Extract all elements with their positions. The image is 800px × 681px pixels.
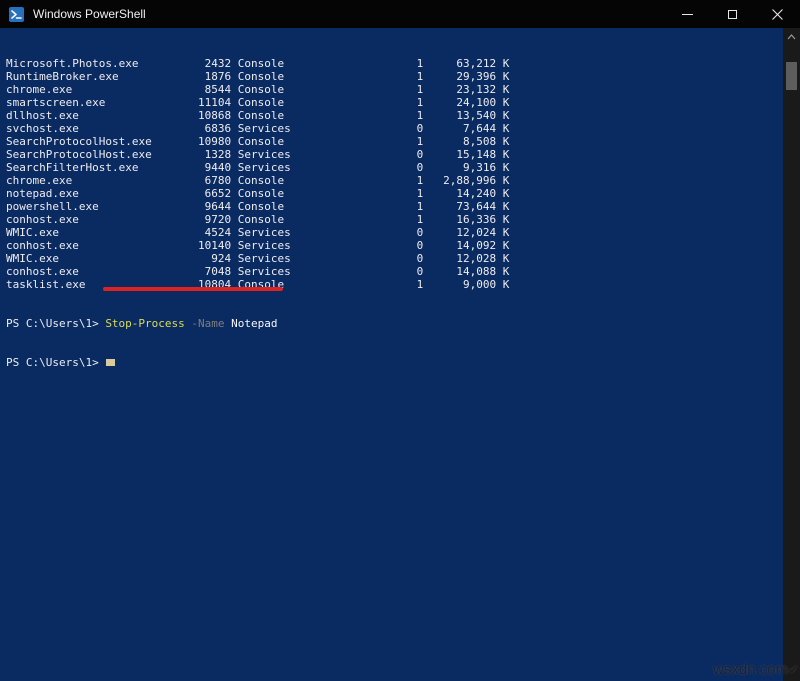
vertical-scrollbar[interactable]: [783, 28, 800, 681]
argument-token: Notepad: [231, 317, 278, 330]
text-cursor: [105, 359, 115, 366]
prompt-text: PS C:\Users\1>: [6, 356, 99, 369]
watermark: wsxdn.com✔: [713, 661, 799, 678]
current-prompt-line[interactable]: PS C:\Users\1>: [6, 356, 783, 369]
red-underline-annotation: [103, 287, 283, 291]
minimize-button[interactable]: [665, 0, 710, 28]
process-list: Microsoft.Photos.exe 2432 Console 1 63,2…: [6, 57, 510, 291]
close-button[interactable]: [755, 0, 800, 28]
command-token: Stop-Process: [105, 317, 185, 330]
powershell-icon: [9, 6, 24, 22]
executed-command-line: PS C:\Users\1> Stop-Process -Name Notepad: [6, 317, 783, 330]
chevron-up-icon: [787, 34, 796, 40]
title-bar: Windows PowerShell: [0, 0, 800, 28]
close-icon: [772, 8, 783, 20]
powershell-window: Windows PowerShell Microsoft.Photos.exe …: [0, 0, 800, 681]
minimize-icon: [682, 13, 693, 15]
window-title: Windows PowerShell: [33, 7, 146, 21]
maximize-button[interactable]: [710, 0, 755, 28]
watermark-text: wsxdn.com: [713, 661, 789, 678]
watermark-check-icon: ✔: [788, 662, 799, 677]
maximize-icon: [728, 9, 737, 19]
scroll-up-button[interactable]: [783, 31, 800, 43]
scrollbar-thumb[interactable]: [786, 62, 797, 90]
prompt-text: PS C:\Users\1>: [6, 317, 99, 330]
parameter-token: -Name: [191, 317, 225, 330]
console-area[interactable]: Microsoft.Photos.exe 2432 Console 1 63,2…: [0, 28, 783, 681]
